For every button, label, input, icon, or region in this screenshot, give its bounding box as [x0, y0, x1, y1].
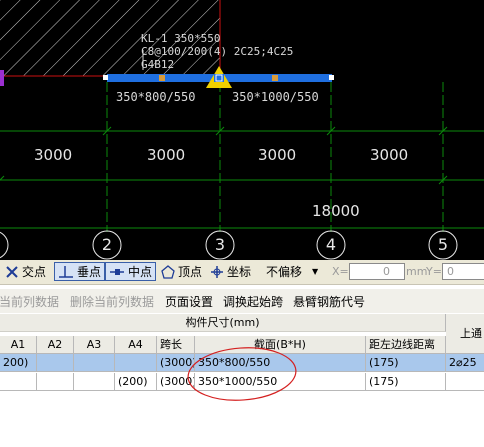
cross-icon	[6, 265, 18, 278]
table-cell[interactable]	[115, 354, 157, 372]
dimension-text: 3000	[258, 146, 297, 164]
table-cell[interactable]: (175)	[366, 373, 446, 391]
table-cell[interactable]: 350*800/550	[195, 354, 366, 372]
right-header: 上通	[446, 314, 484, 354]
span-table: 构件尺寸(mm) 上通 A1 A2 A3 A4 跨长 截面(B*H) 距左边线距…	[0, 314, 484, 447]
x-offset-input[interactable]: 0	[349, 263, 405, 280]
beam-grip	[103, 75, 108, 80]
dimension-text: 3000	[147, 146, 186, 164]
table-cell[interactable]: 2⌀25	[446, 354, 484, 372]
column-header[interactable]: A4	[115, 336, 157, 354]
axis-number: 5	[437, 235, 449, 254]
table-cell[interactable]	[74, 354, 115, 372]
snap-intersection-button[interactable]: 交点	[2, 262, 49, 281]
table-cell[interactable]: (175)	[366, 354, 446, 372]
table-cell[interactable]: (3000)	[157, 354, 195, 372]
copy-column-button[interactable]: 当前列数据	[0, 293, 59, 310]
column-header[interactable]: 跨长	[157, 336, 195, 354]
snap-perpendicular-button[interactable]: 垂点	[54, 262, 106, 281]
beam-label-line: G4B12	[141, 58, 175, 71]
column-header[interactable]: A1	[0, 336, 37, 354]
right-header-text: 上通	[460, 327, 482, 340]
table-cell[interactable]	[37, 373, 74, 391]
table-cell[interactable]: 200)	[0, 354, 37, 372]
group-header-text: 构件尺寸(mm)	[185, 316, 260, 329]
vertex-icon	[161, 264, 175, 279]
y-offset-value: 0	[447, 265, 454, 278]
cantilever-code-button[interactable]: 悬臂钢筋代号	[293, 293, 365, 310]
snap-coordinate-label: 坐标	[227, 265, 252, 279]
table-cell[interactable]: 350*1000/550	[195, 373, 366, 391]
cad-canvas	[0, 0, 484, 260]
group-header: 构件尺寸(mm)	[0, 314, 446, 332]
column-header[interactable]: 距左边线距离	[366, 336, 446, 354]
y-offset-input[interactable]: 0	[442, 263, 484, 280]
beam-grip	[329, 75, 334, 80]
axis-circle	[0, 231, 9, 259]
beam-label-line: KL-1 350*550	[141, 32, 221, 45]
span-label: 350*800/550	[116, 90, 196, 104]
beam-label-line: C8@100/200(4) 2C25;4C25	[141, 45, 294, 58]
snap-vertex-button[interactable]: 顶点	[158, 262, 205, 281]
y-label: Y=	[426, 265, 442, 278]
table-cell[interactable]	[37, 354, 74, 372]
x-offset-value: 0	[383, 265, 390, 278]
coordinate-icon	[211, 265, 223, 278]
dimension-text: 3000	[370, 146, 409, 164]
snap-midpoint-button[interactable]: 中点	[105, 262, 157, 281]
chevron-down-icon: ▼	[312, 267, 319, 276]
column-header[interactable]: A3	[74, 336, 115, 354]
offset-select-value: 不偏移	[266, 265, 303, 279]
cad-drawing-area[interactable]: KL-1 350*550 C8@100/200(4) 2C25;4C25 G4B…	[0, 0, 484, 260]
snap-coordinate-button[interactable]: 坐标	[207, 262, 254, 281]
column-header[interactable]: A2	[37, 336, 74, 354]
snap-vertex-label: 顶点	[178, 265, 203, 279]
left-marker	[0, 70, 4, 86]
beam-midpoint	[159, 75, 165, 81]
dimension-text: 3000	[34, 146, 73, 164]
snap-toolbar: 交点 垂点 中点 顶点 坐标 不偏移 ▼ X= 0 mm Y= 0	[0, 260, 484, 285]
perpendicular-icon	[59, 265, 73, 278]
axis-number: 4	[325, 235, 337, 254]
offset-select[interactable]: 不偏移 ▼	[266, 263, 328, 280]
delete-column-button[interactable]: 删除当前列数据	[70, 293, 154, 310]
dimension-text: 18000	[312, 202, 360, 220]
table-cell[interactable]	[0, 373, 37, 391]
x-label: X=	[332, 265, 349, 278]
table-cell[interactable]: (3000)	[157, 373, 195, 391]
snap-perpendicular-label: 垂点	[77, 265, 102, 279]
span-label: 350*1000/550	[232, 90, 319, 104]
page-setup-button[interactable]: 页面设置	[165, 293, 213, 310]
snap-intersection-label: 交点	[22, 265, 47, 279]
swap-start-span-button[interactable]: 调换起始跨	[223, 293, 283, 310]
beam-midpoint	[272, 75, 278, 81]
axis-number: 3	[214, 235, 226, 254]
column-header[interactable]: 截面(B*H)	[195, 336, 366, 354]
midpoint-icon	[110, 268, 124, 275]
table-cell[interactable]	[74, 373, 115, 391]
table-cell[interactable]	[446, 373, 484, 391]
axis-number: 2	[101, 235, 113, 254]
table-cell[interactable]: (200)	[115, 373, 157, 391]
snap-midpoint-label: 中点	[128, 265, 153, 279]
table-toolbar: 当前列数据 删除当前列数据 页面设置 调换起始跨 悬臂钢筋代号	[0, 289, 484, 313]
x-unit-label: mm	[406, 265, 428, 278]
